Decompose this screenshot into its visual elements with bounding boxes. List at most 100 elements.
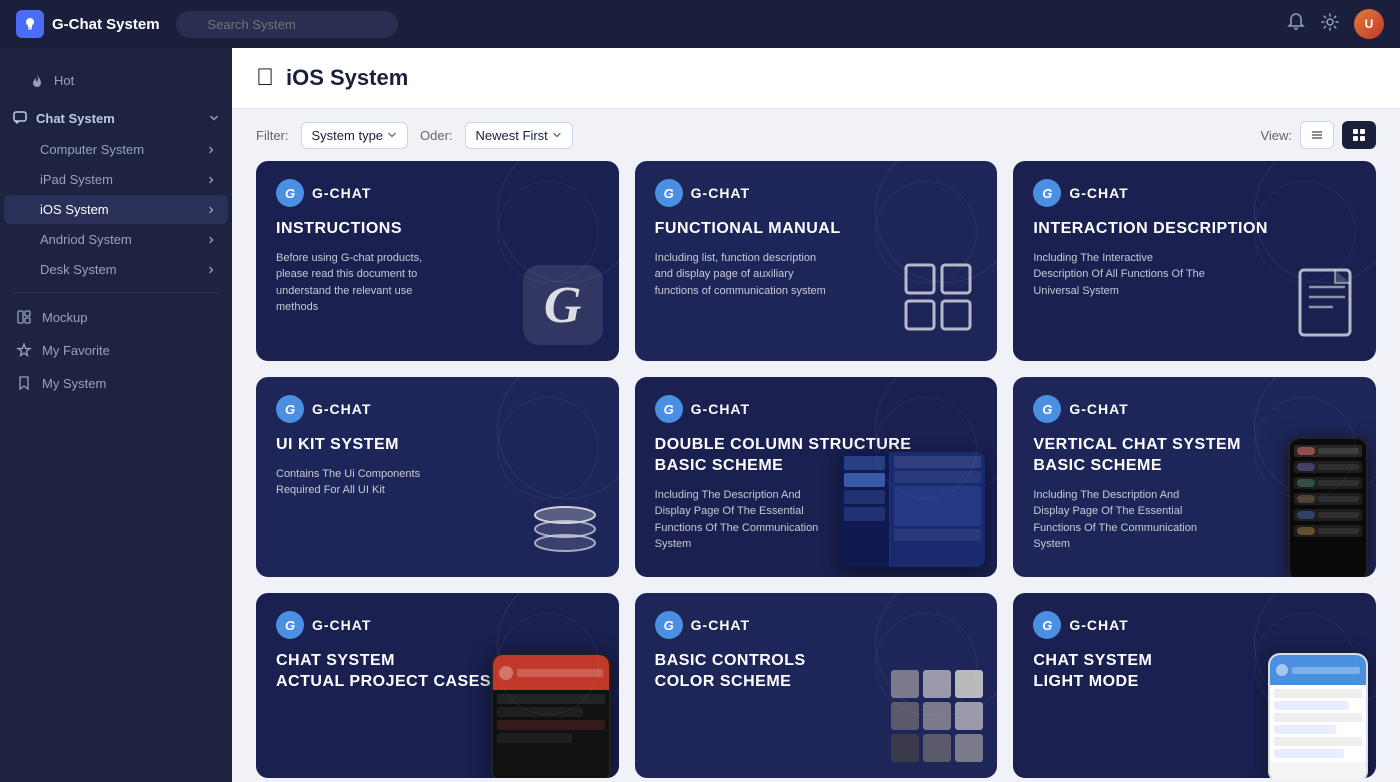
card-icon-area: G <box>523 265 603 345</box>
g-chat-icon: G <box>1033 611 1061 639</box>
card-functional-manual[interactable]: G G-CHAT FUNCTIONAL MANUAL Including lis… <box>635 161 998 361</box>
layout: Hot Chat System Computer System iPad Sys… <box>0 48 1400 782</box>
card-brand: G G-CHAT <box>1033 179 1356 207</box>
card-title: INSTRUCTIONS <box>276 219 599 240</box>
card-title: BASIC CONTROLS COLOR SCHEME <box>655 651 978 693</box>
card-desc: Including The Description And Display Pa… <box>655 487 832 553</box>
page-title: iOS System <box>286 65 408 91</box>
card-brand-name: G-CHAT <box>691 617 750 633</box>
chevron-down-icon <box>208 112 220 124</box>
sidebar-item-hot[interactable]: Hot <box>16 64 216 96</box>
card-brand: G G-CHAT <box>655 395 978 423</box>
card-title: CHAT SYSTEM ACTUAL PROJECT CASES <box>276 651 599 693</box>
topnav: G-Chat System U <box>0 0 1400 48</box>
g-chat-icon: G <box>655 611 683 639</box>
card-desc: Including list, function description and… <box>655 250 832 300</box>
bookmark-icon <box>16 375 32 391</box>
cards-grid: G G-CHAT INSTRUCTIONS Before using G-cha… <box>232 161 1400 782</box>
card-title: DOUBLE COLUMN STRUCTURE BASIC SCHEME <box>655 435 978 477</box>
list-icon <box>1309 127 1325 143</box>
g-chat-icon: G <box>655 395 683 423</box>
sidebar-item-my-system[interactable]: My System <box>4 367 228 399</box>
view-toggle: View: <box>1260 121 1376 149</box>
sidebar-item-favorite[interactable]: My Favorite <box>4 334 228 366</box>
card-icon-area <box>1295 265 1360 345</box>
card-icon-area <box>528 491 603 561</box>
card-title: INTERACTION DESCRIPTION <box>1033 219 1356 240</box>
filter-bar: Filter: System type Oder: Newest First V… <box>232 109 1400 161</box>
card-brand-name: G-CHAT <box>691 185 750 201</box>
card-brand-name: G-CHAT <box>312 617 371 633</box>
search-input[interactable] <box>176 11 398 38</box>
chevron-right-icon <box>206 175 216 185</box>
layout-icon <box>16 309 32 325</box>
grid-icon <box>1351 127 1367 143</box>
main-content:  iOS System Filter: System type Oder: N… <box>232 48 1400 782</box>
sidebar-item-computer-system[interactable]: Computer System <box>4 135 228 164</box>
g-chat-icon: G <box>1033 395 1061 423</box>
chevron-down-icon <box>387 130 397 140</box>
card-brand: G G-CHAT <box>1033 395 1356 423</box>
chevron-right-icon <box>206 145 216 155</box>
card-brand: G G-CHAT <box>1033 611 1356 639</box>
card-chat-actual-cases[interactable]: G G-CHAT CHAT SYSTEM ACTUAL PROJECT CASE… <box>256 593 619 778</box>
g-chat-icon: G <box>1033 179 1061 207</box>
card-brand-name: G-CHAT <box>1069 185 1128 201</box>
sidebar-item-ipad-system[interactable]: iPad System <box>4 165 228 194</box>
chevron-right-icon <box>206 235 216 245</box>
card-title: CHAT SYSTEM LIGHT MODE <box>1033 651 1356 693</box>
card-color-scheme[interactable]: G G-CHAT BASIC CONTROLS COLOR SCHEME <box>635 593 998 778</box>
order-label: Oder: <box>420 128 453 143</box>
chat-system-label: Chat System <box>36 111 115 126</box>
sidebar-item-ios-system[interactable]: iOS System <box>4 195 228 224</box>
card-brand-name: G-CHAT <box>312 401 371 417</box>
filter-order-select[interactable]: Newest First <box>465 122 573 149</box>
card-brand: G G-CHAT <box>655 611 978 639</box>
sidebar-chat-system-group[interactable]: Chat System <box>0 102 232 134</box>
filter-type-select[interactable]: System type <box>301 122 409 149</box>
card-instructions[interactable]: G G-CHAT INSTRUCTIONS Before using G-cha… <box>256 161 619 361</box>
card-desc: Including The Description And Display Pa… <box>1033 487 1210 553</box>
settings-icon[interactable] <box>1320 12 1340 37</box>
card-interaction[interactable]: G G-CHAT INTERACTION DESCRIPTION Includi… <box>1013 161 1376 361</box>
chat-icon <box>12 110 28 126</box>
card-desc: Including The Interactive Description Of… <box>1033 250 1210 300</box>
hot-label: Hot <box>54 73 74 88</box>
topnav-right: U <box>1286 9 1384 39</box>
card-brand-name: G-CHAT <box>1069 617 1128 633</box>
chevron-down-icon <box>552 130 562 140</box>
star-icon <box>16 342 32 358</box>
sidebar-item-android-system[interactable]: Andriod System <box>4 225 228 254</box>
filter-label: Filter: <box>256 128 289 143</box>
card-vertical-chat[interactable]: G G-CHAT VERTICAL CHAT SYSTEM BASIC SCHE… <box>1013 377 1376 577</box>
g-chat-icon: G <box>276 179 304 207</box>
sidebar-item-desk-system[interactable]: Desk System <box>4 255 228 284</box>
app-logo[interactable]: G-Chat System <box>16 10 160 38</box>
card-title: FUNCTIONAL MANUAL <box>655 219 978 240</box>
card-brand-name: G-CHAT <box>691 401 750 417</box>
card-brand: G G-CHAT <box>276 179 599 207</box>
g-chat-icon: G <box>276 395 304 423</box>
sidebar-top-section: Hot <box>0 58 232 102</box>
card-double-column[interactable]: G G-CHAT DOUBLE COLUMN STRUCTURE BASIC S… <box>635 377 998 577</box>
chevron-right-icon <box>206 205 216 215</box>
avatar[interactable]: U <box>1354 9 1384 39</box>
sidebar-divider <box>12 292 220 293</box>
notification-icon[interactable] <box>1286 12 1306 37</box>
sidebar: Hot Chat System Computer System iPad Sys… <box>0 48 232 782</box>
g-chat-icon: G <box>276 611 304 639</box>
card-title: VERTICAL CHAT SYSTEM BASIC SCHEME <box>1033 435 1356 477</box>
card-light-mode[interactable]: G G-CHAT CHAT SYSTEM LIGHT MODE <box>1013 593 1376 778</box>
apple-icon:  <box>256 64 274 92</box>
sidebar-item-mockup[interactable]: Mockup <box>4 301 228 333</box>
hot-icon <box>28 72 44 88</box>
card-brand: G G-CHAT <box>276 395 599 423</box>
g-chat-icon: G <box>655 179 683 207</box>
grid-view-button[interactable] <box>1342 121 1376 149</box>
list-view-button[interactable] <box>1300 121 1334 149</box>
view-label: View: <box>1260 128 1292 143</box>
card-ui-kit[interactable]: G G-CHAT UI KIT SYSTEM Contains The Ui C… <box>256 377 619 577</box>
app-name: G-Chat System <box>52 16 160 33</box>
chevron-right-icon <box>206 265 216 275</box>
card-brand: G G-CHAT <box>276 611 599 639</box>
